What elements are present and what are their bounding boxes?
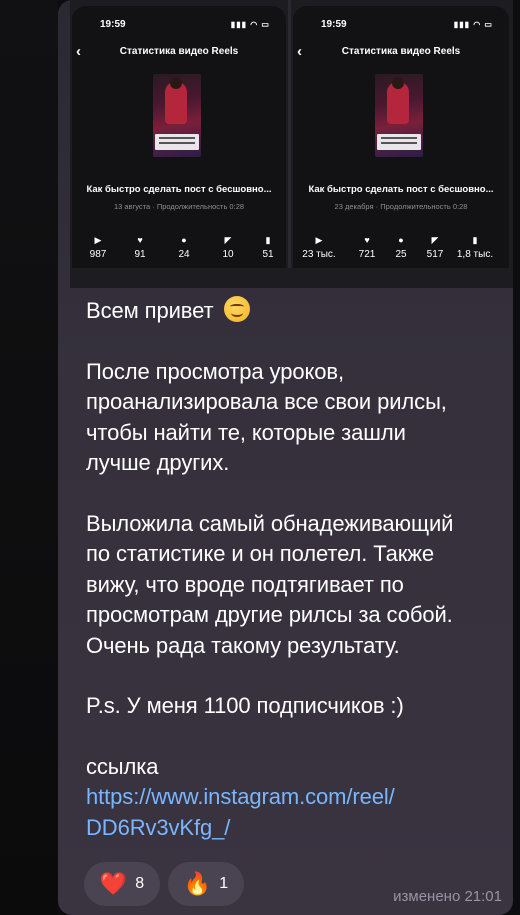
link-label: ссылка	[86, 753, 159, 779]
heart-icon: ♥	[137, 235, 143, 245]
play-icon: ▶	[94, 235, 102, 245]
screen-title: Статистика видео Reels	[119, 46, 239, 57]
nav-bar: ‹ Статистика видео Reels	[293, 42, 509, 64]
stats-screenshot-2[interactable]: 19:59 ▮▮▮ ◠ ▭ ‹ Статистика видео Reels К…	[293, 6, 509, 268]
para1-line: лучше других.	[86, 450, 230, 475]
reaction-count: 1	[219, 875, 229, 892]
para1-line: После просмотра уроков,	[86, 358, 344, 384]
ps-line: P.s. У меня 1100 подписчиков :)	[86, 693, 404, 718]
share-icon: ◤	[224, 235, 232, 245]
fire-icon: 🔥	[183, 871, 212, 896]
nav-bar: ‹ Статистика видео Reels	[72, 42, 286, 64]
video-subtitle: 13 августа · Продолжительность 0:28	[113, 202, 245, 211]
likes-stat: ♥ 91	[120, 234, 160, 260]
edited-timestamp: изменено 21:01	[393, 888, 502, 905]
para2-line: по статистике и он полетел. Также	[86, 541, 435, 566]
para2-line: вижу, что вроде подтягивает по	[86, 571, 404, 597]
reel-link-cont[interactable]: DD6Rv3vKfg_/	[86, 813, 506, 844]
para1-line: проанализировала все свои рилсы,	[86, 389, 447, 414]
status-time: 19:59	[100, 19, 126, 30]
play-icon: ▶	[315, 235, 323, 245]
shares-stat: ◤ 10	[208, 234, 248, 260]
shares-stat: ◤ 517	[415, 234, 455, 260]
plays-stat: ▶ 987	[78, 234, 118, 260]
reaction-count: 8	[135, 875, 145, 892]
comments-stat: ● 24	[164, 234, 204, 260]
video-subtitle: 23 декабря · Продолжительность 0:28	[334, 202, 468, 211]
status-bar: 19:59 ▮▮▮ ◠ ▭	[100, 19, 270, 33]
chat-left-gutter	[0, 0, 58, 915]
smiling-face-icon	[223, 296, 250, 322]
para1-line: чтобы найти те, которые зашли	[86, 419, 406, 445]
status-time: 19:59	[321, 19, 347, 30]
greeting-line: Всем привет	[86, 296, 506, 327]
stats-screenshot-1[interactable]: 19:59 ▮▮▮ ◠ ▭ ‹ Статистика видео Reels К…	[72, 6, 286, 268]
stats-row: ▶ 987 ♥ 91 ● 24 ◤ 10 ▮ 51	[72, 234, 286, 264]
heart-icon: ❤️	[99, 871, 128, 896]
screen-title: Статистика видео Reels	[341, 46, 461, 57]
saves-stat: ▮ 1,8 тыс.	[456, 235, 494, 260]
signal-wifi-battery-icon: ▮▮▮ ◠ ▭	[230, 20, 270, 29]
comment-icon: ●	[181, 235, 187, 245]
para2-line: просмотрам другие рилсы за собой.	[86, 602, 453, 627]
video-thumbnail	[375, 74, 423, 157]
saves-stat: ▮ 51	[248, 234, 286, 260]
video-thumbnail	[153, 74, 201, 157]
video-title: Как быстро сделать пост с бесшовно...	[86, 184, 272, 195]
bookmark-icon: ▮	[472, 235, 478, 245]
share-icon: ◤	[431, 235, 439, 245]
status-bar: 19:59 ▮▮▮ ◠ ▭	[321, 19, 493, 33]
reaction-heart[interactable]: ❤️ 8	[84, 862, 160, 906]
reaction-fire[interactable]: 🔥 1	[168, 862, 244, 906]
para2-line: Очень рада такому результату.	[86, 632, 400, 658]
reel-link[interactable]: https://www.instagram.com/reel/	[86, 782, 506, 813]
message-text[interactable]: Всем привет После просмотра уроков, проа…	[86, 296, 506, 843]
video-title: Как быстро сделать пост с бесшовно...	[308, 184, 494, 195]
plays-stat: ▶ 23 тыс.	[299, 234, 339, 260]
bookmark-icon: ▮	[265, 235, 271, 245]
signal-wifi-battery-icon: ▮▮▮ ◠ ▭	[453, 20, 493, 29]
stats-row: ▶ 23 тыс. ♥ 721 ● 25 ◤ 517 ▮ 1,8 тыс.	[293, 234, 509, 264]
para2-line: Выложила самый обнадеживающий	[86, 510, 454, 536]
album-divider	[288, 0, 291, 268]
